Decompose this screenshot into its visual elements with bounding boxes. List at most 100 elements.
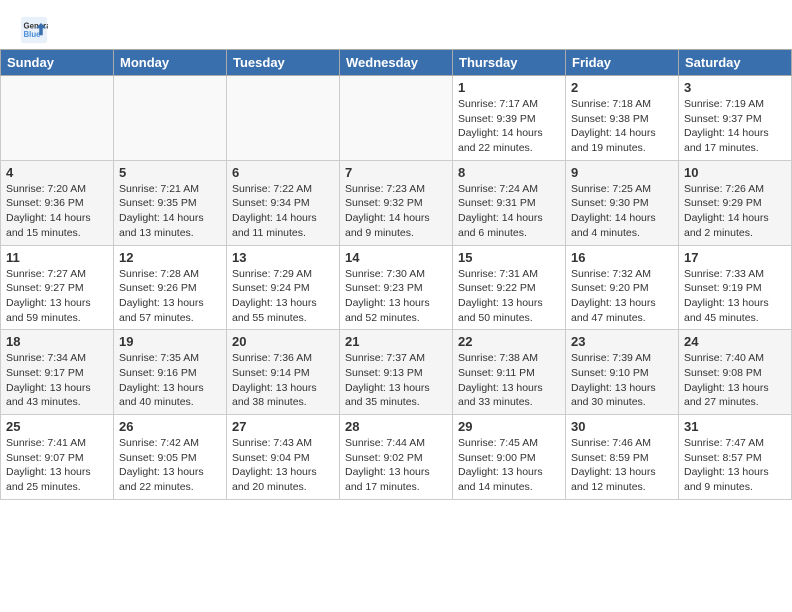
col-header-wednesday: Wednesday — [340, 50, 453, 76]
day-number: 27 — [232, 419, 334, 434]
week-row-5: 25 Sunrise: 7:41 AM Sunset: 9:07 PM Dayli… — [1, 415, 792, 500]
day-number: 25 — [6, 419, 108, 434]
day-cell: 27 Sunrise: 7:43 AM Sunset: 9:04 PM Dayli… — [227, 415, 340, 500]
day-number: 21 — [345, 334, 447, 349]
day-info: Sunrise: 7:29 AM Sunset: 9:24 PM Dayligh… — [232, 267, 334, 326]
day-cell — [227, 76, 340, 161]
day-number: 19 — [119, 334, 221, 349]
day-number: 14 — [345, 250, 447, 265]
col-header-monday: Monday — [114, 50, 227, 76]
week-row-2: 4 Sunrise: 7:20 AM Sunset: 9:36 PM Daylig… — [1, 160, 792, 245]
day-cell: 10 Sunrise: 7:26 AM Sunset: 9:29 PM Dayli… — [679, 160, 792, 245]
day-cell: 14 Sunrise: 7:30 AM Sunset: 9:23 PM Dayli… — [340, 245, 453, 330]
day-cell: 15 Sunrise: 7:31 AM Sunset: 9:22 PM Dayli… — [453, 245, 566, 330]
day-info: Sunrise: 7:25 AM Sunset: 9:30 PM Dayligh… — [571, 182, 673, 241]
day-cell: 16 Sunrise: 7:32 AM Sunset: 9:20 PM Dayli… — [566, 245, 679, 330]
day-info: Sunrise: 7:21 AM Sunset: 9:35 PM Dayligh… — [119, 182, 221, 241]
day-number: 7 — [345, 165, 447, 180]
day-cell: 30 Sunrise: 7:46 AM Sunset: 8:59 PM Dayli… — [566, 415, 679, 500]
svg-text:Blue: Blue — [24, 30, 42, 39]
day-info: Sunrise: 7:20 AM Sunset: 9:36 PM Dayligh… — [6, 182, 108, 241]
day-cell: 9 Sunrise: 7:25 AM Sunset: 9:30 PM Daylig… — [566, 160, 679, 245]
day-info: Sunrise: 7:42 AM Sunset: 9:05 PM Dayligh… — [119, 436, 221, 495]
day-cell: 21 Sunrise: 7:37 AM Sunset: 9:13 PM Dayli… — [340, 330, 453, 415]
logo-icon: General Blue — [20, 16, 48, 44]
day-number: 6 — [232, 165, 334, 180]
day-number: 4 — [6, 165, 108, 180]
day-info: Sunrise: 7:32 AM Sunset: 9:20 PM Dayligh… — [571, 267, 673, 326]
day-cell: 25 Sunrise: 7:41 AM Sunset: 9:07 PM Dayli… — [1, 415, 114, 500]
day-info: Sunrise: 7:47 AM Sunset: 8:57 PM Dayligh… — [684, 436, 786, 495]
day-cell: 6 Sunrise: 7:22 AM Sunset: 9:34 PM Daylig… — [227, 160, 340, 245]
day-number: 22 — [458, 334, 560, 349]
day-number: 15 — [458, 250, 560, 265]
day-cell: 23 Sunrise: 7:39 AM Sunset: 9:10 PM Dayli… — [566, 330, 679, 415]
col-header-friday: Friday — [566, 50, 679, 76]
day-info: Sunrise: 7:23 AM Sunset: 9:32 PM Dayligh… — [345, 182, 447, 241]
day-number: 17 — [684, 250, 786, 265]
day-info: Sunrise: 7:19 AM Sunset: 9:37 PM Dayligh… — [684, 97, 786, 156]
day-number: 10 — [684, 165, 786, 180]
day-info: Sunrise: 7:34 AM Sunset: 9:17 PM Dayligh… — [6, 351, 108, 410]
day-info: Sunrise: 7:22 AM Sunset: 9:34 PM Dayligh… — [232, 182, 334, 241]
day-cell: 5Sunrise: 7:21 AM Sunset: 9:35 PM Daylig… — [114, 160, 227, 245]
day-cell: 24Sunrise: 7:40 AM Sunset: 9:08 PM Dayli… — [679, 330, 792, 415]
calendar-table: SundayMondayTuesdayWednesdayThursdayFrid… — [0, 49, 792, 500]
day-info: Sunrise: 7:43 AM Sunset: 9:04 PM Dayligh… — [232, 436, 334, 495]
day-info: Sunrise: 7:31 AM Sunset: 9:22 PM Dayligh… — [458, 267, 560, 326]
day-info: Sunrise: 7:27 AM Sunset: 9:27 PM Dayligh… — [6, 267, 108, 326]
day-number: 1 — [458, 80, 560, 95]
week-row-4: 18Sunrise: 7:34 AM Sunset: 9:17 PM Dayli… — [1, 330, 792, 415]
day-info: Sunrise: 7:17 AM Sunset: 9:39 PM Dayligh… — [458, 97, 560, 156]
day-number: 3 — [684, 80, 786, 95]
day-info: Sunrise: 7:35 AM Sunset: 9:16 PM Dayligh… — [119, 351, 221, 410]
day-number: 23 — [571, 334, 673, 349]
day-info: Sunrise: 7:44 AM Sunset: 9:02 PM Dayligh… — [345, 436, 447, 495]
day-cell: 22Sunrise: 7:38 AM Sunset: 9:11 PM Dayli… — [453, 330, 566, 415]
day-info: Sunrise: 7:24 AM Sunset: 9:31 PM Dayligh… — [458, 182, 560, 241]
day-info: Sunrise: 7:45 AM Sunset: 9:00 PM Dayligh… — [458, 436, 560, 495]
col-header-saturday: Saturday — [679, 50, 792, 76]
day-cell: 17Sunrise: 7:33 AM Sunset: 9:19 PM Dayli… — [679, 245, 792, 330]
day-cell: 26 Sunrise: 7:42 AM Sunset: 9:05 PM Dayli… — [114, 415, 227, 500]
day-info: Sunrise: 7:37 AM Sunset: 9:13 PM Dayligh… — [345, 351, 447, 410]
page-header: General Blue — [0, 0, 792, 49]
day-cell: 19 Sunrise: 7:35 AM Sunset: 9:16 PM Dayli… — [114, 330, 227, 415]
col-header-thursday: Thursday — [453, 50, 566, 76]
day-info: Sunrise: 7:28 AM Sunset: 9:26 PM Dayligh… — [119, 267, 221, 326]
day-number: 9 — [571, 165, 673, 180]
day-cell: 28Sunrise: 7:44 AM Sunset: 9:02 PM Dayli… — [340, 415, 453, 500]
day-cell: 2Sunrise: 7:18 AM Sunset: 9:38 PM Daylig… — [566, 76, 679, 161]
day-cell: 12 Sunrise: 7:28 AM Sunset: 9:26 PM Dayli… — [114, 245, 227, 330]
day-cell — [114, 76, 227, 161]
week-row-1: 1 Sunrise: 7:17 AM Sunset: 9:39 PM Daylig… — [1, 76, 792, 161]
day-number: 2 — [571, 80, 673, 95]
day-info: Sunrise: 7:36 AM Sunset: 9:14 PM Dayligh… — [232, 351, 334, 410]
day-info: Sunrise: 7:39 AM Sunset: 9:10 PM Dayligh… — [571, 351, 673, 410]
day-number: 13 — [232, 250, 334, 265]
day-number: 12 — [119, 250, 221, 265]
day-number: 30 — [571, 419, 673, 434]
day-cell: 18Sunrise: 7:34 AM Sunset: 9:17 PM Dayli… — [1, 330, 114, 415]
day-cell: 4 Sunrise: 7:20 AM Sunset: 9:36 PM Daylig… — [1, 160, 114, 245]
svg-text:General: General — [24, 21, 49, 30]
day-cell: 29Sunrise: 7:45 AM Sunset: 9:00 PM Dayli… — [453, 415, 566, 500]
col-header-tuesday: Tuesday — [227, 50, 340, 76]
day-number: 24 — [684, 334, 786, 349]
day-cell: 20 Sunrise: 7:36 AM Sunset: 9:14 PM Dayli… — [227, 330, 340, 415]
day-cell: 31Sunrise: 7:47 AM Sunset: 8:57 PM Dayli… — [679, 415, 792, 500]
col-header-sunday: Sunday — [1, 50, 114, 76]
day-number: 26 — [119, 419, 221, 434]
day-number: 20 — [232, 334, 334, 349]
day-cell: 7 Sunrise: 7:23 AM Sunset: 9:32 PM Daylig… — [340, 160, 453, 245]
day-info: Sunrise: 7:41 AM Sunset: 9:07 PM Dayligh… — [6, 436, 108, 495]
day-info: Sunrise: 7:30 AM Sunset: 9:23 PM Dayligh… — [345, 267, 447, 326]
calendar-header-row: SundayMondayTuesdayWednesdayThursdayFrid… — [1, 50, 792, 76]
day-info: Sunrise: 7:26 AM Sunset: 9:29 PM Dayligh… — [684, 182, 786, 241]
day-cell — [1, 76, 114, 161]
day-number: 16 — [571, 250, 673, 265]
day-cell: 3 Sunrise: 7:19 AM Sunset: 9:37 PM Daylig… — [679, 76, 792, 161]
day-cell: 11Sunrise: 7:27 AM Sunset: 9:27 PM Dayli… — [1, 245, 114, 330]
logo: General Blue — [20, 16, 48, 44]
day-info: Sunrise: 7:46 AM Sunset: 8:59 PM Dayligh… — [571, 436, 673, 495]
